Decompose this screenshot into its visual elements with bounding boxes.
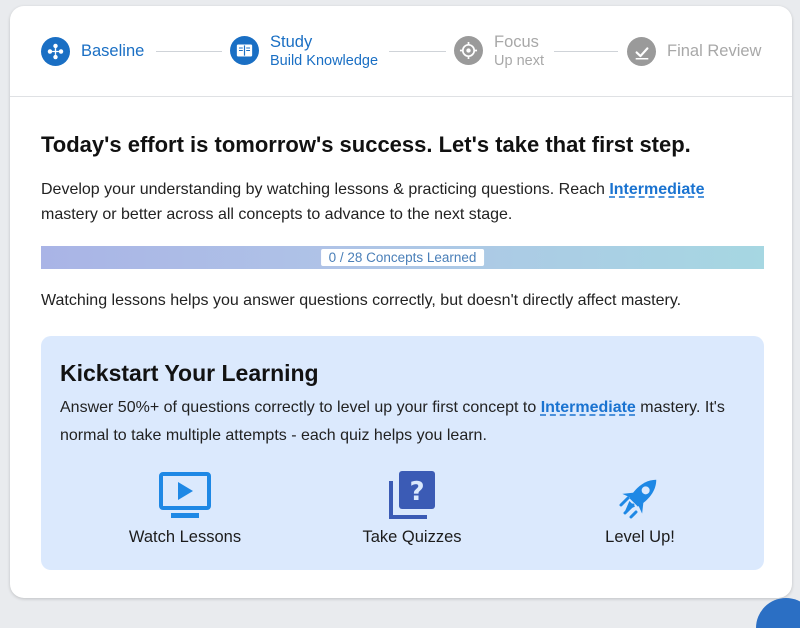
step-sublabel: Up next (494, 52, 544, 69)
baseline-icon (41, 37, 70, 66)
concepts-progress-bar: 0 / 28 Concepts Learned (41, 246, 764, 269)
feature-level-up: Level Up! (555, 469, 725, 547)
progress-stepper: Baseline Study Build Knowledge Focus Up … (10, 6, 792, 97)
step-sublabel: Build Knowledge (270, 52, 379, 69)
lessons-note: Watching lessons helps you answer questi… (41, 292, 682, 309)
study-card: Baseline Study Build Knowledge Focus Up … (10, 6, 792, 598)
target-icon (454, 36, 483, 65)
step-label: Final Review (667, 42, 762, 60)
kickstart-description: Answer 50%+ of questions correctly to le… (60, 394, 740, 450)
step-connector (389, 51, 446, 52)
feature-label: Watch Lessons (128, 528, 242, 546)
rocket-icon (619, 479, 657, 519)
step-label: Baseline (81, 42, 145, 60)
desc-text: mastery or better across all concepts to… (41, 206, 513, 223)
video-lesson-icon (159, 472, 211, 518)
step-focus[interactable]: Focus Up next (454, 33, 544, 69)
intermediate-mastery-link[interactable]: Intermediate (541, 399, 636, 416)
step-connector (554, 51, 618, 52)
quiz-question-icon: ? (389, 471, 435, 519)
svg-text:?: ? (409, 477, 424, 507)
step-label: Focus (494, 33, 539, 51)
feature-take-quizzes: ? Take Quizzes (327, 469, 497, 547)
feature-watch-lessons: Watch Lessons (100, 469, 270, 547)
step-baseline[interactable]: Baseline (41, 37, 144, 66)
check-stamp-icon (627, 37, 656, 66)
step-final-review[interactable]: Final Review (627, 37, 761, 66)
kickstart-text: Answer 50%+ of questions correctly to le… (60, 399, 541, 416)
step-connector (156, 51, 222, 52)
progress-label: 0 / 28 Concepts Learned (320, 249, 485, 266)
help-button[interactable] (756, 598, 800, 628)
step-study[interactable]: Study Build Knowledge (230, 33, 379, 69)
page-headline: Today's effort is tomorrow's success. Le… (41, 132, 691, 157)
desc-text: Develop your understanding by watching l… (41, 181, 610, 198)
feature-label: Take Quizzes (362, 528, 462, 546)
step-label: Study (270, 33, 313, 51)
feature-label: Level Up! (605, 528, 675, 546)
book-icon (230, 36, 259, 65)
kickstart-title: Kickstart Your Learning (60, 360, 319, 386)
stage-description: Develop your understanding by watching l… (41, 177, 761, 227)
intermediate-mastery-link[interactable]: Intermediate (609, 181, 704, 198)
kickstart-panel: Kickstart Your Learning Answer 50%+ of q… (41, 336, 764, 570)
